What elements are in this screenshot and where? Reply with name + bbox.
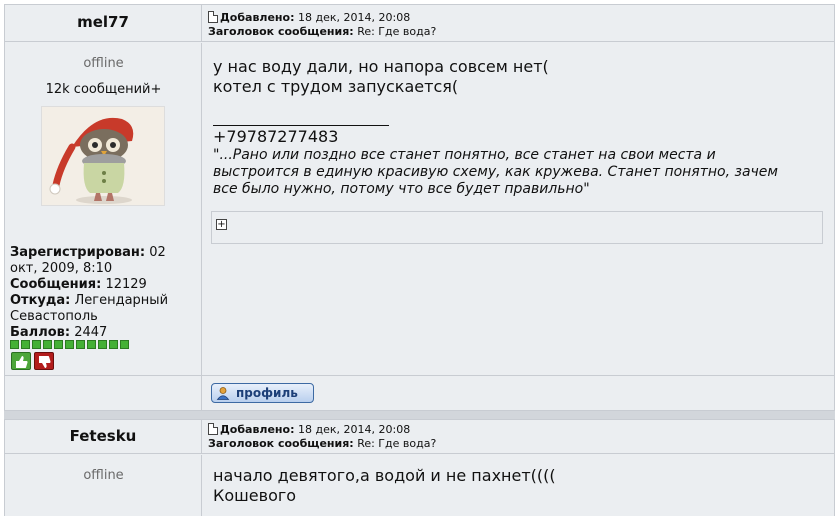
post-content: у нас воду дали, но напора совсем нет( к… <box>203 43 834 375</box>
author-cell: mel77 <box>5 5 202 41</box>
avatar-owl-image <box>42 107 164 205</box>
post-meta: Добавлено: 18 дек, 2014, 20:08 Заголовок… <box>203 5 834 41</box>
reputation-square <box>76 340 85 349</box>
profile-button-label: профиль <box>236 386 298 400</box>
added-label: Добавлено: <box>220 423 295 436</box>
reputation-square <box>32 340 41 349</box>
subject-value: Re: Где вода? <box>357 437 437 450</box>
post-meta: Добавлено: 18 дек, 2014, 20:08 Заголовок… <box>203 420 834 453</box>
reputation-square <box>120 340 129 349</box>
message-line: Кошевого <box>213 486 297 505</box>
messages-line: Сообщения: 12129 <box>10 277 197 293</box>
user-rank: 12k сообщений+ <box>45 82 162 97</box>
post-subject-line: Заголовок сообщения: Re: Где вода? <box>203 437 834 451</box>
footer-left-cell <box>5 376 202 411</box>
spoiler-box[interactable]: + <box>211 211 823 244</box>
reputation-square <box>109 340 118 349</box>
post-header-row: Fetesku Добавлено: 18 дек, 2014, 20:08 З… <box>5 420 834 454</box>
signature-divider <box>213 125 389 126</box>
post-body-row: offline начало девятого,а водой и не пах… <box>5 455 834 516</box>
messages-value: 12129 <box>105 277 147 292</box>
user-info: Зарегистрирован: 02 окт, 2009, 8:10 Сооб… <box>5 245 197 341</box>
user-icon <box>216 387 230 400</box>
author-cell: Fetesku <box>5 420 202 453</box>
subject-label: Заголовок сообщения: <box>208 25 354 38</box>
document-icon[interactable] <box>208 423 218 435</box>
signature-quote: "...Рано или поздно все станет понятно, … <box>213 147 778 197</box>
added-value: 18 дек, 2014, 20:08 <box>298 423 411 436</box>
subject-value: Re: Где вода? <box>357 25 437 38</box>
registered-label: Зарегистрирован: <box>10 245 146 260</box>
online-status: offline <box>83 468 124 483</box>
thumbs-up-icon[interactable] <box>11 352 31 370</box>
post-date-line: Добавлено: 18 дек, 2014, 20:08 <box>203 11 834 25</box>
reputation-square <box>54 340 63 349</box>
added-label: Добавлено: <box>220 11 295 24</box>
forum-post: mel77 Добавлено: 18 дек, 2014, 20:08 Заг… <box>4 4 835 411</box>
forum-post: Fetesku Добавлено: 18 дек, 2014, 20:08 З… <box>4 419 835 516</box>
post-date-line: Добавлено: 18 дек, 2014, 20:08 <box>203 423 834 437</box>
reputation-square <box>98 340 107 349</box>
from-line: Откуда: Легендарный Севастополь <box>10 293 197 325</box>
document-icon[interactable] <box>208 11 218 23</box>
reputation-square <box>43 340 52 349</box>
reputation-square <box>65 340 74 349</box>
reputation-square <box>21 340 30 349</box>
post-header-row: mel77 Добавлено: 18 дек, 2014, 20:08 Заг… <box>5 5 834 42</box>
registered-line: Зарегистрирован: 02 окт, 2009, 8:10 <box>10 245 197 277</box>
author-name[interactable]: mel77 <box>5 5 201 39</box>
points-value: 2447 <box>74 325 108 340</box>
message-line: у нас воду дали, но напора совсем нет( <box>213 57 549 76</box>
avatar <box>41 106 165 206</box>
plus-box-icon[interactable]: + <box>216 219 227 230</box>
author-name[interactable]: Fetesku <box>5 420 201 452</box>
subject-label: Заголовок сообщения: <box>208 437 354 450</box>
points-line: Баллов: 2447 <box>10 325 197 341</box>
author-profile-panel: offline 12k сообщений+ Зарегистрирован: … <box>5 43 202 375</box>
messages-label: Сообщения: <box>10 277 102 292</box>
points-label: Баллов: <box>10 325 71 340</box>
message-line: котел с трудом запускается( <box>213 77 459 96</box>
profile-button[interactable]: профиль <box>211 383 314 403</box>
thumbs-down-icon[interactable] <box>34 352 54 370</box>
post-content: начало девятого,а водой и не пахнет(((( … <box>203 455 834 516</box>
signature-phone: +79787277483 <box>213 127 339 146</box>
online-status: offline <box>83 56 124 71</box>
post-footer-row: профиль <box>5 375 834 411</box>
reputation-square <box>87 340 96 349</box>
reputation-bar <box>10 340 129 349</box>
reputation-square <box>10 340 19 349</box>
message-line: начало девятого,а водой и не пахнет(((( <box>213 466 556 485</box>
author-profile-panel: offline <box>5 455 202 516</box>
post-subject-line: Заголовок сообщения: Re: Где вода? <box>203 25 834 39</box>
post-separator <box>4 411 835 419</box>
post-body-row: offline 12k сообщений+ Зарегистрирован: … <box>5 43 834 375</box>
added-value: 18 дек, 2014, 20:08 <box>298 11 411 24</box>
from-label: Откуда: <box>10 293 71 308</box>
